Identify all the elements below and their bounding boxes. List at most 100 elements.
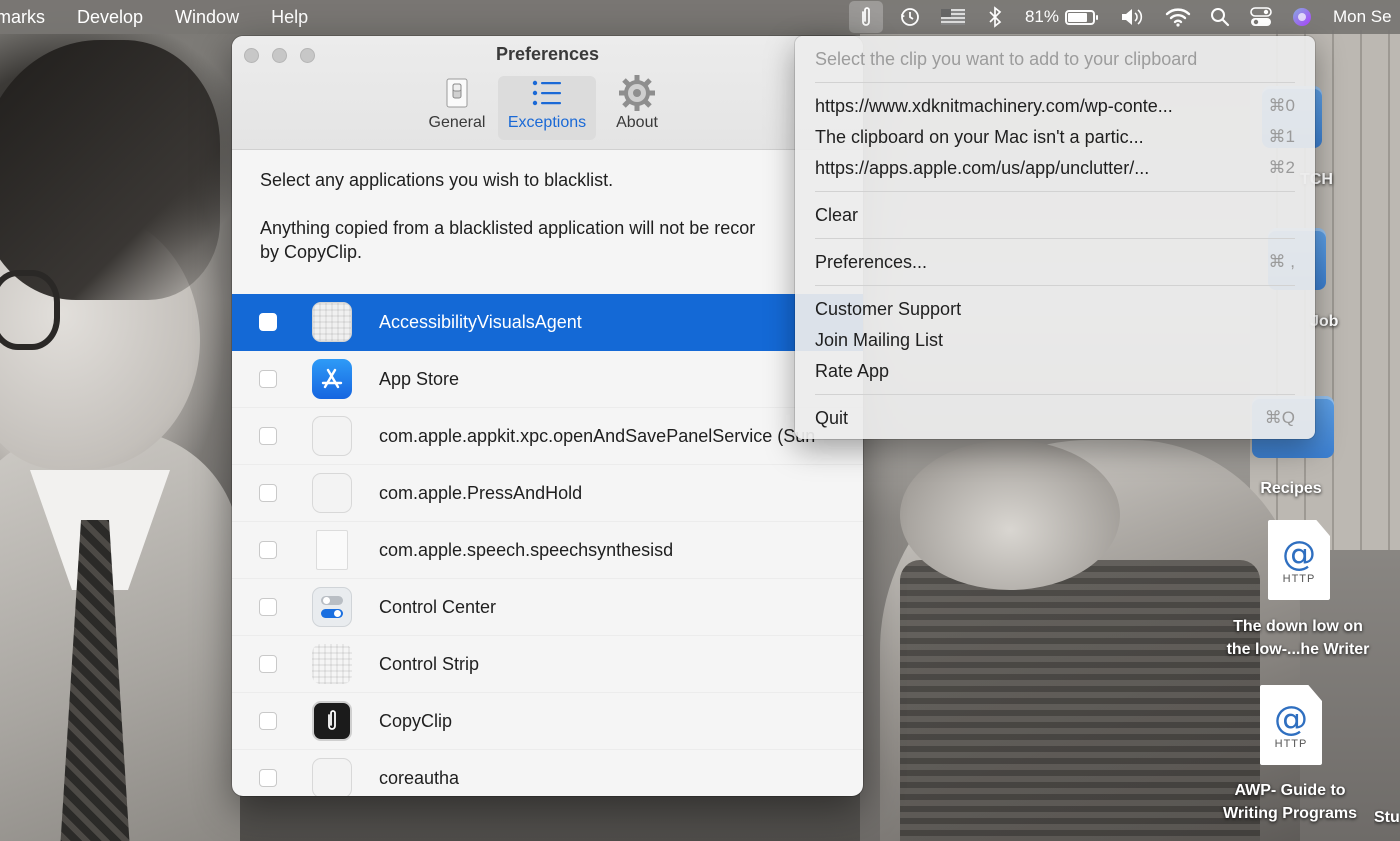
wallpaper-hair <box>0 40 220 300</box>
tab-exceptions-label: Exceptions <box>507 114 587 131</box>
blacklist-checkbox[interactable] <box>259 484 277 502</box>
at-sign-icon: @ <box>1282 534 1316 574</box>
wifi-icon[interactable] <box>1163 0 1193 34</box>
customer-support-menu-item[interactable]: Customer Support <box>815 295 1295 323</box>
desktop-label-job[interactable]: Job <box>1310 310 1360 333</box>
desktop-label-doc1-line2: the low-...he Writer <box>1226 641 1370 658</box>
quit-menu-item[interactable]: Quit ⌘Q <box>815 404 1295 432</box>
control-center-app-icon <box>312 587 352 627</box>
desktop-label-stu[interactable]: Stu <box>1374 806 1400 829</box>
menu-bookmarks[interactable]: marks <box>0 0 61 34</box>
app-menu: marks Develop Window Help <box>0 0 324 34</box>
exceptions-description: Select any applications you wish to blac… <box>260 168 860 264</box>
shortcut-label: ⌘Q <box>1264 408 1295 427</box>
app-name: App Store <box>379 368 460 389</box>
spotlight-search-icon[interactable] <box>1209 0 1231 34</box>
desktop-http-document-icon[interactable]: @ HTTP <box>1268 520 1330 600</box>
tab-about[interactable]: About <box>604 75 670 140</box>
tab-about-label: About <box>616 114 658 131</box>
table-row[interactable]: Control Center <box>232 579 863 636</box>
app-name: CopyClip <box>379 710 453 731</box>
flag-icon[interactable] <box>939 0 967 34</box>
wallpaper-glasses <box>0 270 60 350</box>
app-name: com.apple.appkit.xpc.openAndSavePanelSer… <box>379 425 816 446</box>
menu-develop[interactable]: Develop <box>61 0 159 34</box>
app-name: Control Strip <box>379 653 480 674</box>
menu-header: Select the clip you want to add to your … <box>815 49 1198 69</box>
menu-window[interactable]: Window <box>159 0 255 34</box>
desktop-label-doc1-line1: The down low on <box>1233 618 1363 635</box>
desktop-http-document-icon[interactable]: @ HTTP <box>1260 685 1322 765</box>
clip-text: https://www.xdknitmachinery.com/wp-conte… <box>815 96 1173 116</box>
quit-label: Quit <box>815 408 849 428</box>
preferences-menu-item[interactable]: Preferences... ⌘ , <box>815 248 1295 276</box>
document-icon <box>316 530 348 570</box>
clip-item-1[interactable]: The clipboard on your Mac isn't a partic… <box>815 123 1295 151</box>
shield-app-icon <box>312 473 352 513</box>
toggle-off-glyph <box>321 596 343 605</box>
shortcut-label: ⌘2 <box>1268 158 1295 177</box>
menu-separator <box>815 394 1295 395</box>
generic-app-icon <box>312 302 352 342</box>
clip-text: The clipboard on your Mac isn't a partic… <box>815 127 1144 147</box>
rate-app-menu-item[interactable]: Rate App <box>815 357 1295 385</box>
status-menus: 81% Mon Se <box>848 0 1400 34</box>
bluetooth-icon[interactable] <box>985 0 1005 34</box>
clip-item-0[interactable]: https://www.xdknitmachinery.com/wp-conte… <box>815 92 1295 120</box>
desktop-label-doc2[interactable]: AWP- Guide to Writing Programs <box>1200 779 1380 825</box>
clear-menu-item[interactable]: Clear <box>815 201 1295 229</box>
table-row[interactable]: com.apple.speech.speechsynthesisd <box>232 522 863 579</box>
intro-line-2: Anything copied from a blacklisted appli… <box>260 218 756 238</box>
desktop-label-doc2-line1: AWP- Guide to <box>1234 782 1346 799</box>
table-row[interactable]: CopyClip <box>232 693 863 750</box>
wallpaper-boy-head <box>900 440 1120 590</box>
battery-icon[interactable] <box>1065 9 1098 25</box>
preferences-window: Preferences General Exceptions About Sel… <box>232 36 863 796</box>
blacklist-checkbox[interactable] <box>259 313 277 331</box>
menu-clock[interactable]: Mon Se <box>1333 7 1400 27</box>
table-row[interactable]: Control Strip <box>232 636 863 693</box>
menu-separator <box>815 238 1295 239</box>
desktop-label-doc1[interactable]: The down low on the low-...he Writer <box>1210 615 1386 661</box>
battery-percentage[interactable]: 81% <box>1025 7 1059 27</box>
http-label: HTTP <box>1274 738 1308 750</box>
clip-item-2[interactable]: https://apps.apple.com/us/app/unclutter/… <box>815 154 1295 182</box>
clip-text: https://apps.apple.com/us/app/unclutter/… <box>815 158 1150 178</box>
table-row[interactable]: com.apple.PressAndHold <box>232 465 863 522</box>
volume-icon[interactable] <box>1119 0 1147 34</box>
gear-icon <box>617 75 657 111</box>
menu-separator <box>815 82 1295 83</box>
tab-general[interactable]: General <box>424 76 490 140</box>
blacklist-checkbox[interactable] <box>259 598 277 616</box>
preferences-label: Preferences... <box>815 252 928 272</box>
window-title: Preferences <box>495 44 600 64</box>
blacklist-checkbox[interactable] <box>259 370 277 388</box>
siri-icon[interactable] <box>1291 0 1313 34</box>
control-center-icon[interactable] <box>1249 0 1273 34</box>
switch-icon <box>446 76 468 110</box>
intro-line-1: Select any applications you wish to blac… <box>260 170 614 190</box>
desktop-label-doc2-line2: Writing Programs <box>1223 805 1357 822</box>
join-mailing-list-menu-item[interactable]: Join Mailing List <box>815 326 1295 354</box>
table-row[interactable]: com.apple.appkit.xpc.openAndSavePanelSer… <box>232 408 863 465</box>
blacklist-checkbox[interactable] <box>259 655 277 673</box>
window-toolbar: Preferences General Exceptions About <box>232 36 863 150</box>
copyclip-paperclip-icon[interactable] <box>848 1 883 33</box>
menu-separator <box>815 191 1295 192</box>
desktop-label-recipes[interactable]: Recipes <box>1231 477 1351 500</box>
tab-exceptions[interactable]: Exceptions <box>498 76 596 140</box>
app-name: com.apple.PressAndHold <box>379 482 583 503</box>
blacklist-checkbox[interactable] <box>259 712 277 730</box>
app-name: com.apple.speech.speechsynthesisd <box>379 539 674 560</box>
shortcut-label: ⌘0 <box>1268 96 1295 115</box>
table-row[interactable]: coreautha <box>232 750 863 796</box>
table-row[interactable]: AccessibilityVisualsAgent <box>232 294 863 351</box>
menu-help[interactable]: Help <box>255 0 324 34</box>
blacklist-checkbox[interactable] <box>259 769 277 787</box>
generic-app-icon <box>312 644 352 684</box>
blacklist-checkbox[interactable] <box>259 541 277 559</box>
http-label: HTTP <box>1282 573 1316 585</box>
blacklist-checkbox[interactable] <box>259 427 277 445</box>
time-machine-icon[interactable] <box>893 0 927 34</box>
table-row[interactable]: App Store <box>232 351 863 408</box>
